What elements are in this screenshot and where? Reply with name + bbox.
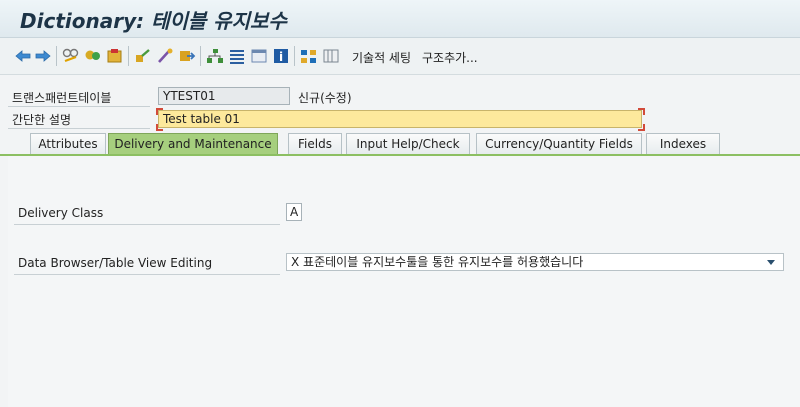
window-icon[interactable] <box>250 47 268 65</box>
layout-icon[interactable] <box>322 47 340 65</box>
data-browser-dropdown[interactable]: X 표준테이블 유지보수툴을 통한 유지보수를 허용했습니다 <box>286 253 784 271</box>
required-marker <box>638 124 645 131</box>
chevron-down-icon[interactable] <box>767 260 775 265</box>
object-list-icon[interactable] <box>228 47 246 65</box>
toolbar-separator <box>294 46 295 66</box>
graphic-icon[interactable] <box>300 47 318 65</box>
delivery-maintenance-panel: Delivery Class A Data Browser/Table View… <box>8 156 800 407</box>
technical-settings-button[interactable]: 기술적 세팅 <box>352 49 411 66</box>
info-icon[interactable]: i <box>272 47 290 65</box>
label-underline <box>14 274 280 275</box>
toolbar-separator <box>56 46 57 66</box>
application-toolbar: i 기술적 세팅 구조추가... <box>0 38 800 75</box>
label-underline <box>8 106 150 107</box>
tab-delivery-and-maintenance[interactable]: Delivery and Maintenance <box>108 133 278 155</box>
window-title: Dictionary: 테이블 유지보수 <box>20 9 287 33</box>
tab-strip: Attributes Delivery and Maintenance Fiel… <box>0 133 800 155</box>
transparent-table-label: 트랜스패런트테이블 <box>12 91 112 105</box>
hierarchy-icon[interactable] <box>206 47 224 65</box>
title-bar: Dictionary: 테이블 유지보수 <box>0 0 800 38</box>
label-underline <box>8 128 150 129</box>
tab-indexes[interactable]: Indexes <box>646 133 720 154</box>
forward-arrow-icon[interactable] <box>34 47 52 65</box>
delivery-class-label: Delivery Class <box>18 206 104 220</box>
toolbar-separator <box>200 46 201 66</box>
svg-text:i: i <box>279 50 283 64</box>
data-browser-value: X 표준테이블 유지보수툴을 통한 유지보수를 허용했습니다 <box>291 255 584 269</box>
short-description-field[interactable]: Test table 01 <box>158 110 642 128</box>
table-name-field: YTEST01 <box>158 87 290 105</box>
tab-input-help-check[interactable]: Input Help/Check <box>346 133 470 154</box>
navigation-icon[interactable] <box>178 47 196 65</box>
data-browser-label: Data Browser/Table View Editing <box>18 256 213 270</box>
other-object-icon[interactable] <box>84 47 102 65</box>
required-marker <box>156 124 163 131</box>
tab-currency-quantity-fields[interactable]: Currency/Quantity Fields <box>476 133 642 154</box>
tab-fields[interactable]: Fields <box>288 133 342 154</box>
status-text: 신규(수정) <box>298 91 352 105</box>
back-arrow-icon[interactable] <box>14 47 32 65</box>
check-icon[interactable] <box>134 47 152 65</box>
required-marker <box>156 108 163 115</box>
tab-attributes[interactable]: Attributes <box>30 133 106 154</box>
append-structure-button[interactable]: 구조추가... <box>422 49 478 66</box>
short-description-label: 간단한 설명 <box>12 113 72 127</box>
where-used-icon[interactable] <box>156 47 174 65</box>
activate-icon[interactable] <box>106 47 124 65</box>
display-change-icon[interactable] <box>62 47 80 65</box>
delivery-class-field[interactable]: A <box>286 203 302 221</box>
label-underline <box>14 224 280 225</box>
toolbar-separator <box>128 46 129 66</box>
required-marker <box>638 108 645 115</box>
